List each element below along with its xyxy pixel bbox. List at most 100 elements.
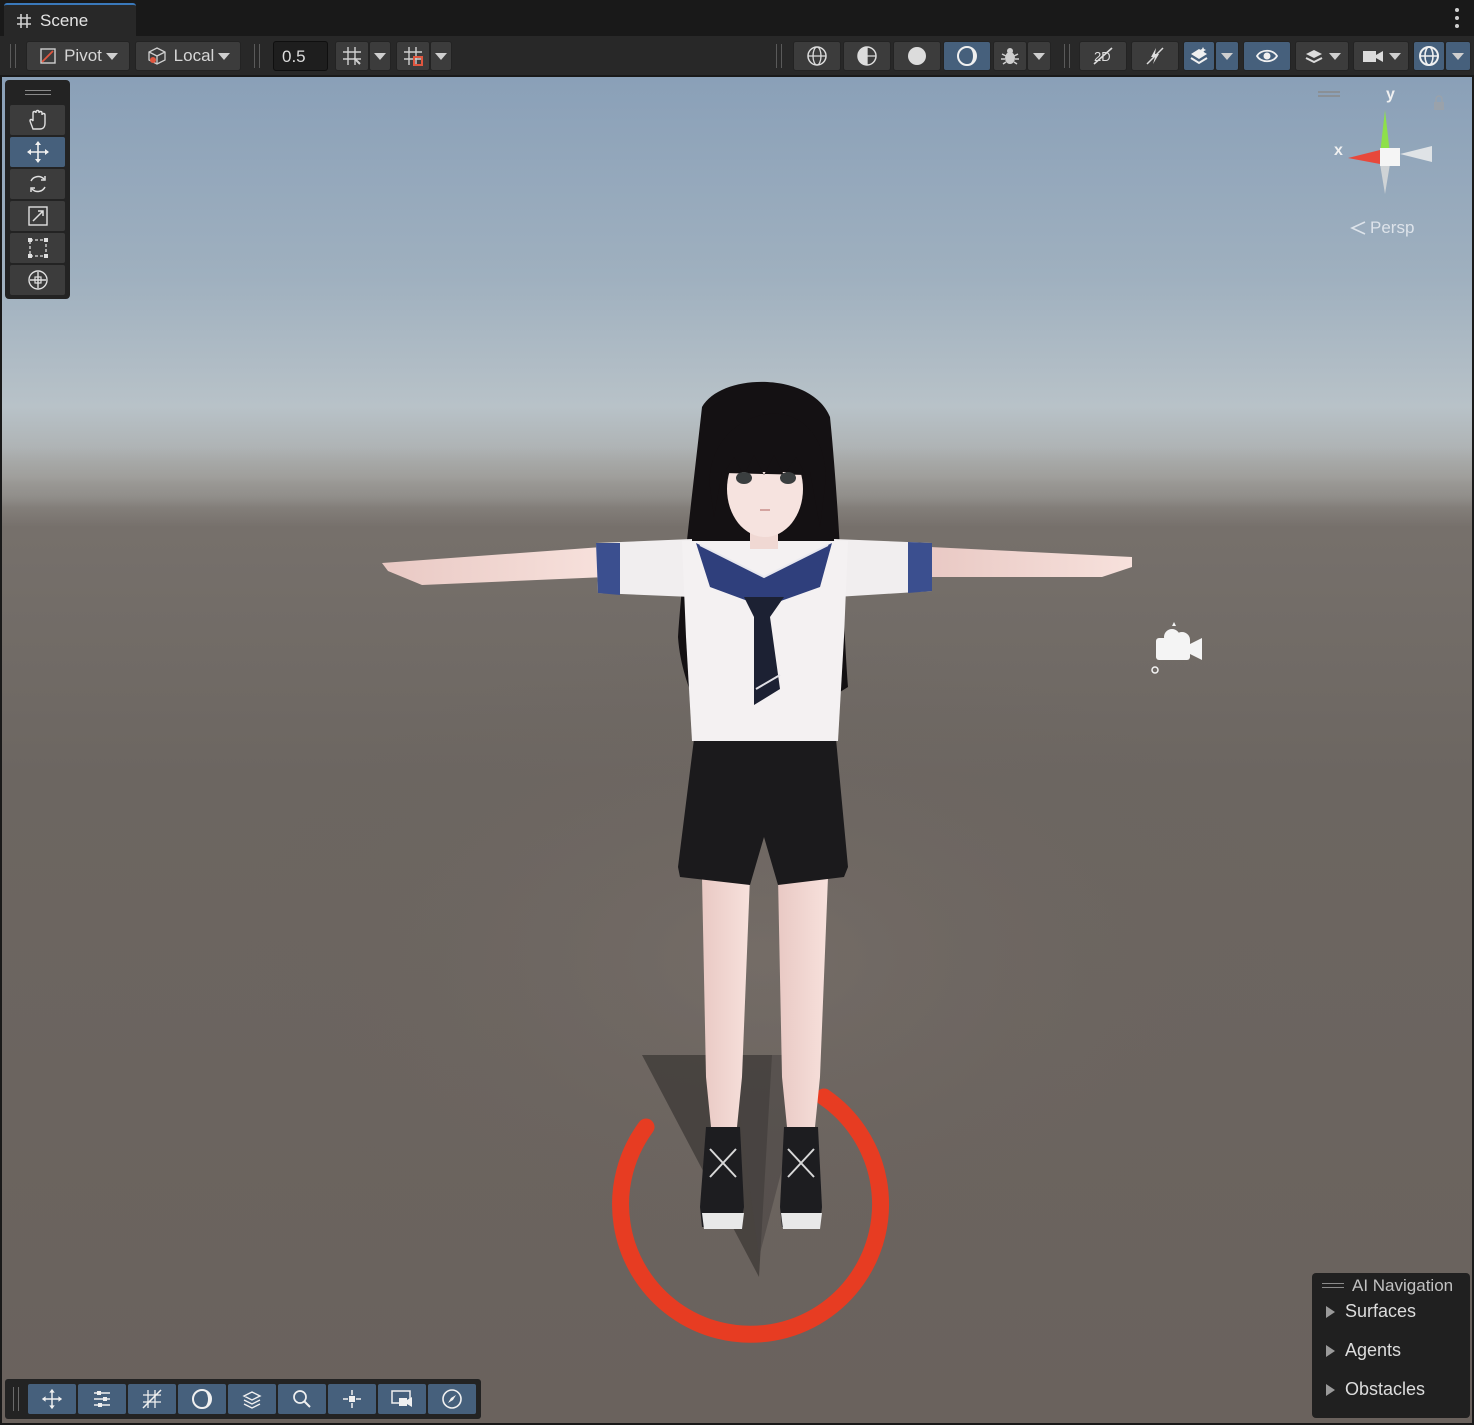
more-options-icon[interactable] xyxy=(1454,8,1460,28)
gizmo-x-label: x xyxy=(1334,142,1343,159)
overlay-move-button[interactable] xyxy=(28,1384,76,1414)
space-mode-dropdown[interactable]: Local xyxy=(135,41,241,71)
view-tool-button[interactable] xyxy=(10,105,65,135)
overlay-settings-button[interactable] xyxy=(78,1384,126,1414)
tab-scene[interactable]: Scene xyxy=(4,3,136,36)
gizmos-dropdown[interactable] xyxy=(1445,41,1471,71)
gizmo-globe-icon xyxy=(1419,46,1439,66)
shaded-wire-button[interactable] xyxy=(843,41,891,71)
tab-bar: Scene xyxy=(0,0,1474,36)
pivot-mode-dropdown[interactable]: Pivot xyxy=(26,41,130,71)
overlay-navigation-button[interactable] xyxy=(428,1384,476,1414)
wireframe-sphere-icon xyxy=(807,46,827,66)
scene-toolbar: Pivot Local 0.5 xyxy=(0,36,1474,76)
ai-navigation-overlay: AI Navigation Surfaces Agents Obstacles xyxy=(1312,1273,1470,1418)
projection-toggle[interactable]: Persp xyxy=(1350,218,1414,238)
toolbar-separator xyxy=(776,44,782,68)
rect-tool-button[interactable] xyxy=(10,233,65,263)
toggle-effects-button[interactable] xyxy=(1183,41,1215,71)
debug-draw-button[interactable] xyxy=(993,41,1027,71)
toolbar-separator xyxy=(254,44,260,68)
scene-visibility-button[interactable] xyxy=(1243,41,1291,71)
layers-dropdown[interactable] xyxy=(1295,41,1349,71)
toolbar-grip[interactable] xyxy=(10,44,16,68)
moon-sphere-icon xyxy=(957,46,977,66)
increment-snap-dropdown[interactable] xyxy=(430,41,452,71)
shaded-wireframe-button[interactable] xyxy=(793,41,841,71)
scene-render xyxy=(242,381,1282,1343)
pivot-cross-icon xyxy=(343,1390,361,1408)
axis-gizmo-icon xyxy=(1318,91,1444,194)
effects-dropdown[interactable] xyxy=(1215,41,1239,71)
rotate-tool-button[interactable] xyxy=(10,169,65,199)
gizmo-y-label: y xyxy=(1386,86,1395,103)
light-off-icon xyxy=(1146,47,1164,65)
search-icon xyxy=(293,1390,311,1408)
grid-strike-icon xyxy=(142,1389,162,1409)
rotate-icon xyxy=(29,175,46,193)
expand-arrow-icon xyxy=(1326,1383,1335,1396)
layers-effects-icon xyxy=(1190,47,1208,65)
shaded-button[interactable] xyxy=(893,41,941,71)
overlay-camera-preview-button[interactable] xyxy=(378,1384,426,1414)
lit-shading-button[interactable] xyxy=(943,41,991,71)
projection-label: Persp xyxy=(1370,218,1415,237)
chevron-down-icon xyxy=(1329,52,1341,60)
chevron-down-icon xyxy=(218,52,231,60)
camera-icon xyxy=(1363,51,1383,62)
move-tool-button[interactable] xyxy=(10,137,65,167)
local-cube-icon xyxy=(148,47,166,65)
ai-nav-item-agents[interactable]: Agents xyxy=(1326,1340,1401,1361)
overlay-grip[interactable] xyxy=(25,90,51,95)
bug-icon xyxy=(1001,48,1019,65)
sliders-icon xyxy=(94,1391,110,1407)
shaded-wire-sphere-icon xyxy=(857,46,877,66)
move-arrows-icon xyxy=(26,141,49,163)
hand-icon xyxy=(28,109,46,130)
scale-tool-button[interactable] xyxy=(10,201,65,231)
scene-camera-dropdown[interactable] xyxy=(1353,41,1409,71)
pivot-label: Pivot xyxy=(64,46,102,65)
ai-nav-item-surfaces[interactable]: Surfaces xyxy=(1326,1301,1416,1322)
debug-draw-dropdown[interactable] xyxy=(1027,41,1051,71)
overlay-lighting-button[interactable] xyxy=(178,1384,226,1414)
expand-arrow-icon xyxy=(1326,1305,1335,1318)
scene-viewport[interactable]: y x Persp AI Navigation Surfaces Agents … xyxy=(2,77,1472,1423)
snap-increment-field[interactable]: 0.5 xyxy=(273,41,328,71)
chevron-down-icon xyxy=(105,52,118,60)
overlay-grip[interactable] xyxy=(13,1387,19,1411)
chevron-down-icon xyxy=(1389,52,1401,60)
overlay-layers-button[interactable] xyxy=(228,1384,276,1414)
camera-preview-icon xyxy=(391,1390,412,1407)
gizmos-button[interactable] xyxy=(1413,41,1445,71)
grid-snap-dropdown[interactable] xyxy=(369,41,391,71)
overlay-grid-button[interactable] xyxy=(128,1384,176,1414)
toolbar-separator xyxy=(1064,44,1070,68)
overlay-search-button[interactable] xyxy=(278,1384,326,1414)
moon-sphere-icon xyxy=(192,1389,212,1409)
perspective-icon xyxy=(1350,221,1366,235)
tools-overlay xyxy=(5,80,70,299)
grid-icon xyxy=(17,13,31,28)
toggle-lighting-button[interactable] xyxy=(1131,41,1179,71)
scale-icon xyxy=(27,206,48,226)
stacked-planes-icon xyxy=(242,1391,262,1409)
expand-arrow-icon xyxy=(1326,1344,1335,1357)
increment-snap-icon xyxy=(404,47,423,66)
transform-icon xyxy=(27,270,48,290)
compass-icon xyxy=(442,1389,462,1409)
overlay-pivot-button[interactable] xyxy=(328,1384,376,1414)
increment-snap-button[interactable] xyxy=(396,41,430,71)
transform-tool-button[interactable] xyxy=(10,265,65,295)
grid-snap-button[interactable] xyxy=(335,41,369,71)
tab-scene-label: Scene xyxy=(40,10,89,30)
layers-icon xyxy=(1305,50,1323,64)
ai-nav-item-label: Agents xyxy=(1345,1340,1402,1360)
toggle-2d-button[interactable]: 2D xyxy=(1079,41,1127,71)
overlay-grip[interactable] xyxy=(1322,1283,1344,1288)
solid-sphere-icon xyxy=(908,47,926,65)
scene-camera-gizmo[interactable] xyxy=(1151,622,1202,674)
move-arrows-icon xyxy=(41,1388,63,1410)
ai-nav-item-obstacles[interactable]: Obstacles xyxy=(1326,1379,1425,1400)
eye-icon xyxy=(1255,49,1279,63)
